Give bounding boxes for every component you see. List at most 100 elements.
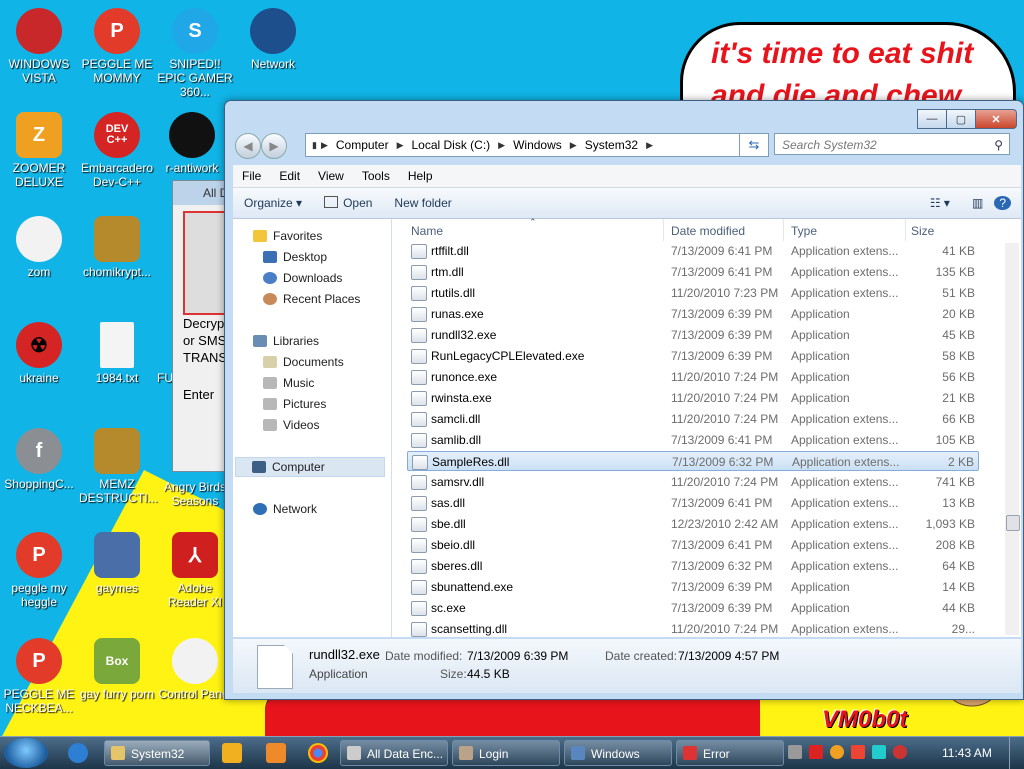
desktop-icon-gay-furry[interactable]: Box gay furry porn — [79, 638, 155, 701]
file-row[interactable]: rtutils.dll 11/20/2010 7:23 PM Application… — [407, 283, 979, 303]
menu-tools[interactable]: Tools — [353, 169, 399, 183]
organize-button[interactable]: Organize ▾ — [233, 196, 313, 210]
column-type[interactable]: Type — [791, 224, 817, 238]
desktop-icon-shoppingc[interactable]: f ShoppingC... — [1, 428, 77, 491]
column-name[interactable]: Name — [411, 224, 443, 238]
refresh-icon[interactable]: ⇆ — [739, 133, 769, 157]
desktop-icon-r-antiwork[interactable]: r-antiwork — [157, 112, 227, 175]
desktop-icon-adobe-reader[interactable]: ⅄ Adobe Reader XI — [157, 532, 233, 609]
desktop-icon-sniped[interactable]: S SNIPED!! EPIC GAMER 360... — [157, 8, 233, 99]
scrollbar-thumb[interactable] — [1006, 515, 1020, 531]
paint-icon[interactable] — [266, 743, 286, 763]
forward-button[interactable]: ▶ — [261, 133, 287, 159]
start-button[interactable] — [4, 738, 48, 768]
internet-explorer-icon[interactable] — [68, 743, 88, 763]
desktop-icon-peggle-me-mommy[interactable]: P PEGGLE ME MOMMY — [79, 8, 155, 85]
menu-file[interactable]: File — [233, 169, 270, 183]
taskbar-login[interactable]: Login — [452, 740, 560, 766]
menu-view[interactable]: View — [309, 169, 353, 183]
breadcrumb-system32[interactable]: System32 — [579, 138, 644, 152]
back-button[interactable]: ◀ — [235, 133, 261, 159]
nav-network[interactable]: Network — [253, 502, 317, 516]
preview-pane-icon[interactable]: ▥ — [961, 196, 994, 210]
desktop-icon-ukraine[interactable]: ☢ ukraine — [1, 322, 77, 385]
tray-search-icon[interactable] — [830, 745, 844, 759]
file-row[interactable]: sbe.dll 12/23/2010 2:42 AM Application ext… — [407, 514, 979, 534]
file-row[interactable]: sas.dll 7/13/2009 6:41 PM Application exte… — [407, 493, 979, 513]
file-row[interactable]: rtffilt.dll 7/13/2009 6:41 PM Application … — [407, 241, 979, 261]
nav-favorites[interactable]: Favorites — [253, 229, 322, 243]
nav-libraries[interactable]: Libraries — [253, 334, 319, 348]
desktop-icon-1984-txt[interactable]: 1984.txt — [79, 322, 155, 385]
desktop-icon-chomikrypt[interactable]: chomikrypt... — [79, 216, 155, 279]
vertical-scrollbar[interactable] — [1005, 243, 1020, 635]
taskbar-windows[interactable]: Windows — [564, 740, 672, 766]
file-row[interactable]: runonce.exe 11/20/2010 7:24 PM Application… — [407, 367, 979, 387]
file-row[interactable]: sberes.dll 7/13/2009 6:32 PM Application e… — [407, 556, 979, 576]
explorer-window[interactable]: — ▢ ✕ ◀ ▶ ▮ ▶ Computer ▶ Local Disk (C:)… — [224, 100, 1024, 700]
desktop-icon-zoomer-deluxe[interactable]: Z ZOOMER DELUXE — [1, 112, 77, 189]
desktop-icon-gaymes[interactable]: gaymes — [79, 532, 155, 595]
address-bar[interactable]: ▮ ▶ Computer ▶ Local Disk (C:) ▶ Windows… — [305, 133, 767, 157]
file-row[interactable]: samcli.dll 11/20/2010 7:24 PM Application … — [407, 409, 979, 429]
desktop-icon-angry-birds[interactable]: Angry Birds Seasons — [157, 480, 233, 508]
file-row[interactable]: samlib.dll 7/13/2009 6:41 PM Application e… — [407, 430, 979, 450]
show-desktop-button[interactable] — [1009, 737, 1024, 769]
clock[interactable]: 11:43 AM — [942, 746, 992, 760]
desktop-icon-memz[interactable]: MEMZ DESTRUCTI... — [79, 428, 158, 505]
nav-desktop[interactable]: Desktop — [263, 250, 327, 264]
breadcrumb-local-disk[interactable]: Local Disk (C:) — [405, 138, 496, 152]
file-row[interactable]: sbunattend.exe 7/13/2009 6:39 PM Applicati… — [407, 577, 979, 597]
breadcrumb-windows[interactable]: Windows — [507, 138, 568, 152]
nav-pictures[interactable]: Pictures — [263, 397, 326, 411]
close-button[interactable]: ✕ — [975, 109, 1017, 129]
nav-computer[interactable]: Computer — [235, 457, 385, 477]
desktop-icon-network[interactable]: Network — [235, 8, 311, 71]
tray-v-icon[interactable] — [809, 745, 823, 759]
taskbar-error[interactable]: Error — [676, 740, 784, 766]
file-row[interactable]: sbeio.dll 7/13/2009 6:41 PM Application ex… — [407, 535, 979, 555]
media-player-icon[interactable] — [222, 743, 242, 763]
column-size[interactable]: Size — [911, 224, 934, 238]
file-row[interactable]: SampleRes.dll 7/13/2009 6:32 PM Applicatio… — [407, 451, 979, 471]
desktop-icon-peggle-me-neckbeard[interactable]: P PEGGLE ME NECKBEA... — [1, 638, 77, 715]
tray-flag-icon[interactable] — [851, 745, 865, 759]
desktop-icon-devcpp[interactable]: DEV C++ Embarcadero Dev-C++ — [79, 112, 155, 189]
file-row[interactable]: rwinsta.exe 11/20/2010 7:24 PM Application… — [407, 388, 979, 408]
tray-gear-icon[interactable] — [788, 745, 802, 759]
open-button[interactable]: Open — [313, 196, 383, 210]
file-row[interactable]: sc.exe 7/13/2009 6:39 PM Application 44 KB — [407, 598, 979, 618]
nav-documents[interactable]: Documents — [263, 355, 344, 369]
taskbar-all-data-enc[interactable]: All Data Enc... — [340, 740, 448, 766]
maximize-button[interactable]: ▢ — [946, 109, 976, 129]
details-modified: 7/13/2009 6:39 PM — [467, 649, 569, 663]
menu-edit[interactable]: Edit — [270, 169, 309, 183]
search-input[interactable]: Search System32 ⚲ — [774, 133, 1010, 155]
tray-network-icon[interactable] — [872, 745, 886, 759]
file-row[interactable]: samsrv.dll 11/20/2010 7:24 PM Application … — [407, 472, 979, 492]
nav-music[interactable]: Music — [263, 376, 314, 390]
file-row[interactable]: runas.exe 7/13/2009 6:39 PM Application 20 … — [407, 304, 979, 324]
file-row[interactable]: scansetting.dll 11/20/2010 7:24 PM Applica… — [407, 619, 979, 639]
breadcrumb-computer[interactable]: Computer — [330, 138, 395, 152]
new-folder-button[interactable]: New folder — [383, 196, 462, 210]
minimize-button[interactable]: — — [917, 109, 947, 129]
file-row[interactable]: rtm.dll 7/13/2009 6:41 PM Application exte… — [407, 262, 979, 282]
desktop-icon-zom[interactable]: zom — [1, 216, 77, 279]
desktop-icon-peggle-my-heggle[interactable]: P peggle my heggle — [1, 532, 77, 609]
dll-file-icon — [412, 455, 428, 470]
desktop-icon-control-panel[interactable]: Control Panel — [157, 638, 233, 701]
chrome-icon[interactable] — [308, 743, 328, 763]
taskbar-system32[interactable]: System32 — [104, 740, 210, 766]
nav-videos[interactable]: Videos — [263, 418, 319, 432]
help-icon[interactable]: ? — [994, 196, 1011, 210]
column-date[interactable]: Date modified — [671, 224, 745, 238]
desktop-icon-windows-vista[interactable]: WINDOWS VISTA — [1, 8, 77, 85]
nav-recent-places[interactable]: Recent Places — [263, 292, 360, 306]
menu-help[interactable]: Help — [399, 169, 442, 183]
nav-downloads[interactable]: Downloads — [263, 271, 342, 285]
view-options-icon[interactable]: ☷ ▾ — [919, 196, 961, 210]
file-row[interactable]: RunLegacyCPLElevated.exe 7/13/2009 6:39 P… — [407, 346, 979, 366]
file-row[interactable]: rundll32.exe 7/13/2009 6:39 PM Application… — [407, 325, 979, 345]
tray-volume-icon[interactable] — [893, 745, 907, 759]
